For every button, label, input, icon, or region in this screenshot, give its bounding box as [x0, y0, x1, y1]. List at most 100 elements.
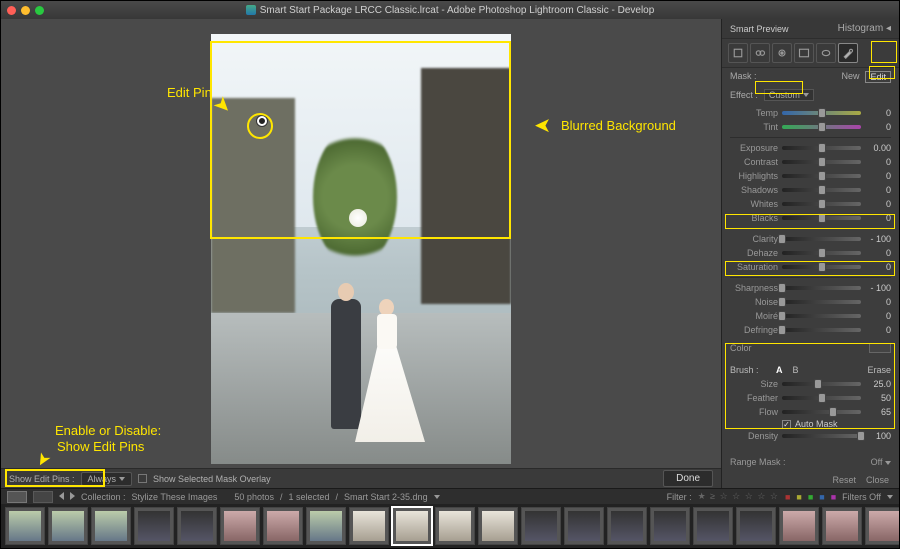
adjustment-brush-icon[interactable]	[838, 43, 858, 63]
saturation-slider[interactable]: Saturation0	[730, 260, 891, 274]
filter-stars[interactable]: ★ ≥ ☆ ☆ ☆ ☆ ☆	[698, 491, 779, 502]
canvas[interactable]: Edit Pin ➤ Blurred Background ➤ Enable o…	[1, 19, 721, 468]
brush-section: Brush : A B Erase Size25.0 Feather50 Flo…	[722, 361, 899, 447]
mask-new-button[interactable]: New	[841, 71, 859, 83]
brush-erase-tab[interactable]: Erase	[867, 365, 891, 375]
brush-flow-slider[interactable]: Flow65	[730, 405, 891, 419]
collection-name[interactable]: Stylize These Images	[132, 492, 218, 502]
filmstrip-thumb[interactable]	[263, 507, 303, 545]
filmstrip-thumb[interactable]	[220, 507, 260, 545]
titlebar: Smart Start Package LRCC Classic.lrcat -…	[1, 1, 899, 19]
panel-header: Smart Preview Histogram ◂	[722, 19, 899, 38]
range-mask-row[interactable]: Range Mask : Off	[722, 453, 899, 471]
annotation-arrow-blur: ➤	[535, 115, 550, 136]
filmstrip-thumb[interactable]	[134, 507, 174, 545]
auto-mask-row[interactable]: ✓ Auto Mask	[730, 419, 891, 429]
brush-feather-slider[interactable]: Feather50	[730, 391, 891, 405]
annotation-show-pins: Show Edit Pins	[57, 439, 144, 454]
brush-size-slider[interactable]: Size25.0	[730, 377, 891, 391]
filmstrip-thumb[interactable]	[177, 507, 217, 545]
edited-photo[interactable]	[211, 34, 511, 464]
done-button[interactable]: Done	[663, 470, 713, 487]
mask-edit-button[interactable]: Edit	[865, 71, 891, 83]
filmstrip-thumb[interactable]	[822, 507, 862, 545]
highlights-slider[interactable]: Highlights0	[730, 169, 891, 183]
nav-back-button[interactable]	[59, 492, 64, 502]
exposure-slider[interactable]: Exposure0.00	[730, 141, 891, 155]
noise-slider[interactable]: Noise0	[730, 295, 891, 309]
annotation-arrow-show-pins: ➤	[32, 450, 54, 470]
temp-slider[interactable]: Temp0	[730, 106, 891, 120]
brush-close-button[interactable]: Close	[866, 475, 889, 485]
color-row[interactable]: Color	[722, 341, 899, 355]
show-edit-pins-label: Show Edit Pins :	[9, 474, 75, 484]
range-mask-value: Off	[871, 457, 883, 467]
whites-slider[interactable]: Whites0	[730, 197, 891, 211]
redeye-tool-icon[interactable]	[772, 43, 792, 63]
effect-preset-dropdown[interactable]: Custom	[764, 89, 814, 101]
dehaze-slider[interactable]: Dehaze0	[730, 246, 891, 260]
spot-removal-icon[interactable]	[750, 43, 770, 63]
mask-label: Mask :	[730, 71, 757, 83]
brush-edit-pin[interactable]	[257, 116, 267, 126]
color-swatch[interactable]	[869, 343, 891, 353]
contrast-slider[interactable]: Contrast0	[730, 155, 891, 169]
histogram-label[interactable]: Histogram ◂	[838, 23, 891, 34]
filter-label: Filter :	[667, 492, 692, 502]
effect-value: Custom	[769, 90, 800, 100]
brush-density-slider[interactable]: Density100	[730, 429, 891, 443]
auto-mask-label: Auto Mask	[795, 419, 838, 429]
filmstrip-thumb[interactable]	[607, 507, 647, 545]
filmstrip-thumb[interactable]	[306, 507, 346, 545]
reset-close-row: Reset Close	[722, 471, 899, 488]
local-adjustment-tools	[722, 38, 899, 68]
chevron-down-icon	[434, 495, 440, 499]
filmstrip-thumb[interactable]	[435, 507, 475, 545]
crop-tool-icon[interactable]	[728, 43, 748, 63]
blacks-slider[interactable]: Blacks0	[730, 211, 891, 225]
filmstrip-thumb[interactable]	[5, 507, 45, 545]
filmstrip-thumb[interactable]	[865, 507, 899, 545]
graduated-filter-icon[interactable]	[794, 43, 814, 63]
filmstrip-thumb-selected[interactable]	[392, 507, 432, 545]
develop-panel: Smart Preview Histogram ◂ Mask : New Edi…	[721, 19, 899, 488]
filmstrip-thumb[interactable]	[521, 507, 561, 545]
filmstrip-thumb[interactable]	[564, 507, 604, 545]
annotation-enable-disable: Enable or Disable:	[55, 423, 161, 438]
filmstrip-thumb[interactable]	[736, 507, 776, 545]
shadows-slider[interactable]: Shadows0	[730, 183, 891, 197]
filters-off-label[interactable]: Filters Off	[842, 492, 881, 502]
filmstrip-thumb[interactable]	[650, 507, 690, 545]
clarity-slider[interactable]: Clarity- 100	[730, 232, 891, 246]
sharpness-slider[interactable]: Sharpness- 100	[730, 281, 891, 295]
moire-slider[interactable]: Moiré0	[730, 309, 891, 323]
filmstrip-thumb[interactable]	[693, 507, 733, 545]
defringe-slider[interactable]: Defringe0	[730, 323, 891, 337]
filmstrip-thumb[interactable]	[48, 507, 88, 545]
nav-forward-button[interactable]	[70, 492, 75, 502]
radial-filter-icon[interactable]	[816, 43, 836, 63]
filmstrip-thumb[interactable]	[478, 507, 518, 545]
chevron-down-icon	[887, 495, 893, 499]
brush-tabs: Brush : A B Erase	[730, 365, 891, 377]
maximize-window-button[interactable]	[35, 6, 44, 15]
tone-sliders: Temp0 Tint0 Exposure0.00 Contrast0 Highl…	[722, 104, 899, 341]
filmstrip-thumb[interactable]	[91, 507, 131, 545]
primary-display-button[interactable]	[33, 491, 53, 503]
filmstrip-thumb[interactable]	[349, 507, 389, 545]
auto-mask-checkbox[interactable]: ✓	[782, 420, 791, 429]
range-mask-label: Range Mask :	[730, 457, 786, 467]
secondary-display-button[interactable]	[7, 491, 27, 503]
filmstrip[interactable]	[1, 504, 899, 548]
show-mask-overlay-checkbox[interactable]	[138, 474, 147, 483]
brush-reset-button[interactable]: Reset	[832, 475, 856, 485]
canvas-toolbar: Show Edit Pins : Always Show Selected Ma…	[1, 468, 721, 488]
tint-slider[interactable]: Tint0	[730, 120, 891, 134]
show-edit-pins-dropdown[interactable]: Always	[81, 472, 133, 486]
chevron-down-icon	[803, 93, 809, 97]
close-window-button[interactable]	[7, 6, 16, 15]
minimize-window-button[interactable]	[21, 6, 30, 15]
filmstrip-thumb[interactable]	[779, 507, 819, 545]
brush-a-tab[interactable]: A	[776, 365, 783, 375]
brush-b-tab[interactable]: B	[793, 365, 799, 375]
